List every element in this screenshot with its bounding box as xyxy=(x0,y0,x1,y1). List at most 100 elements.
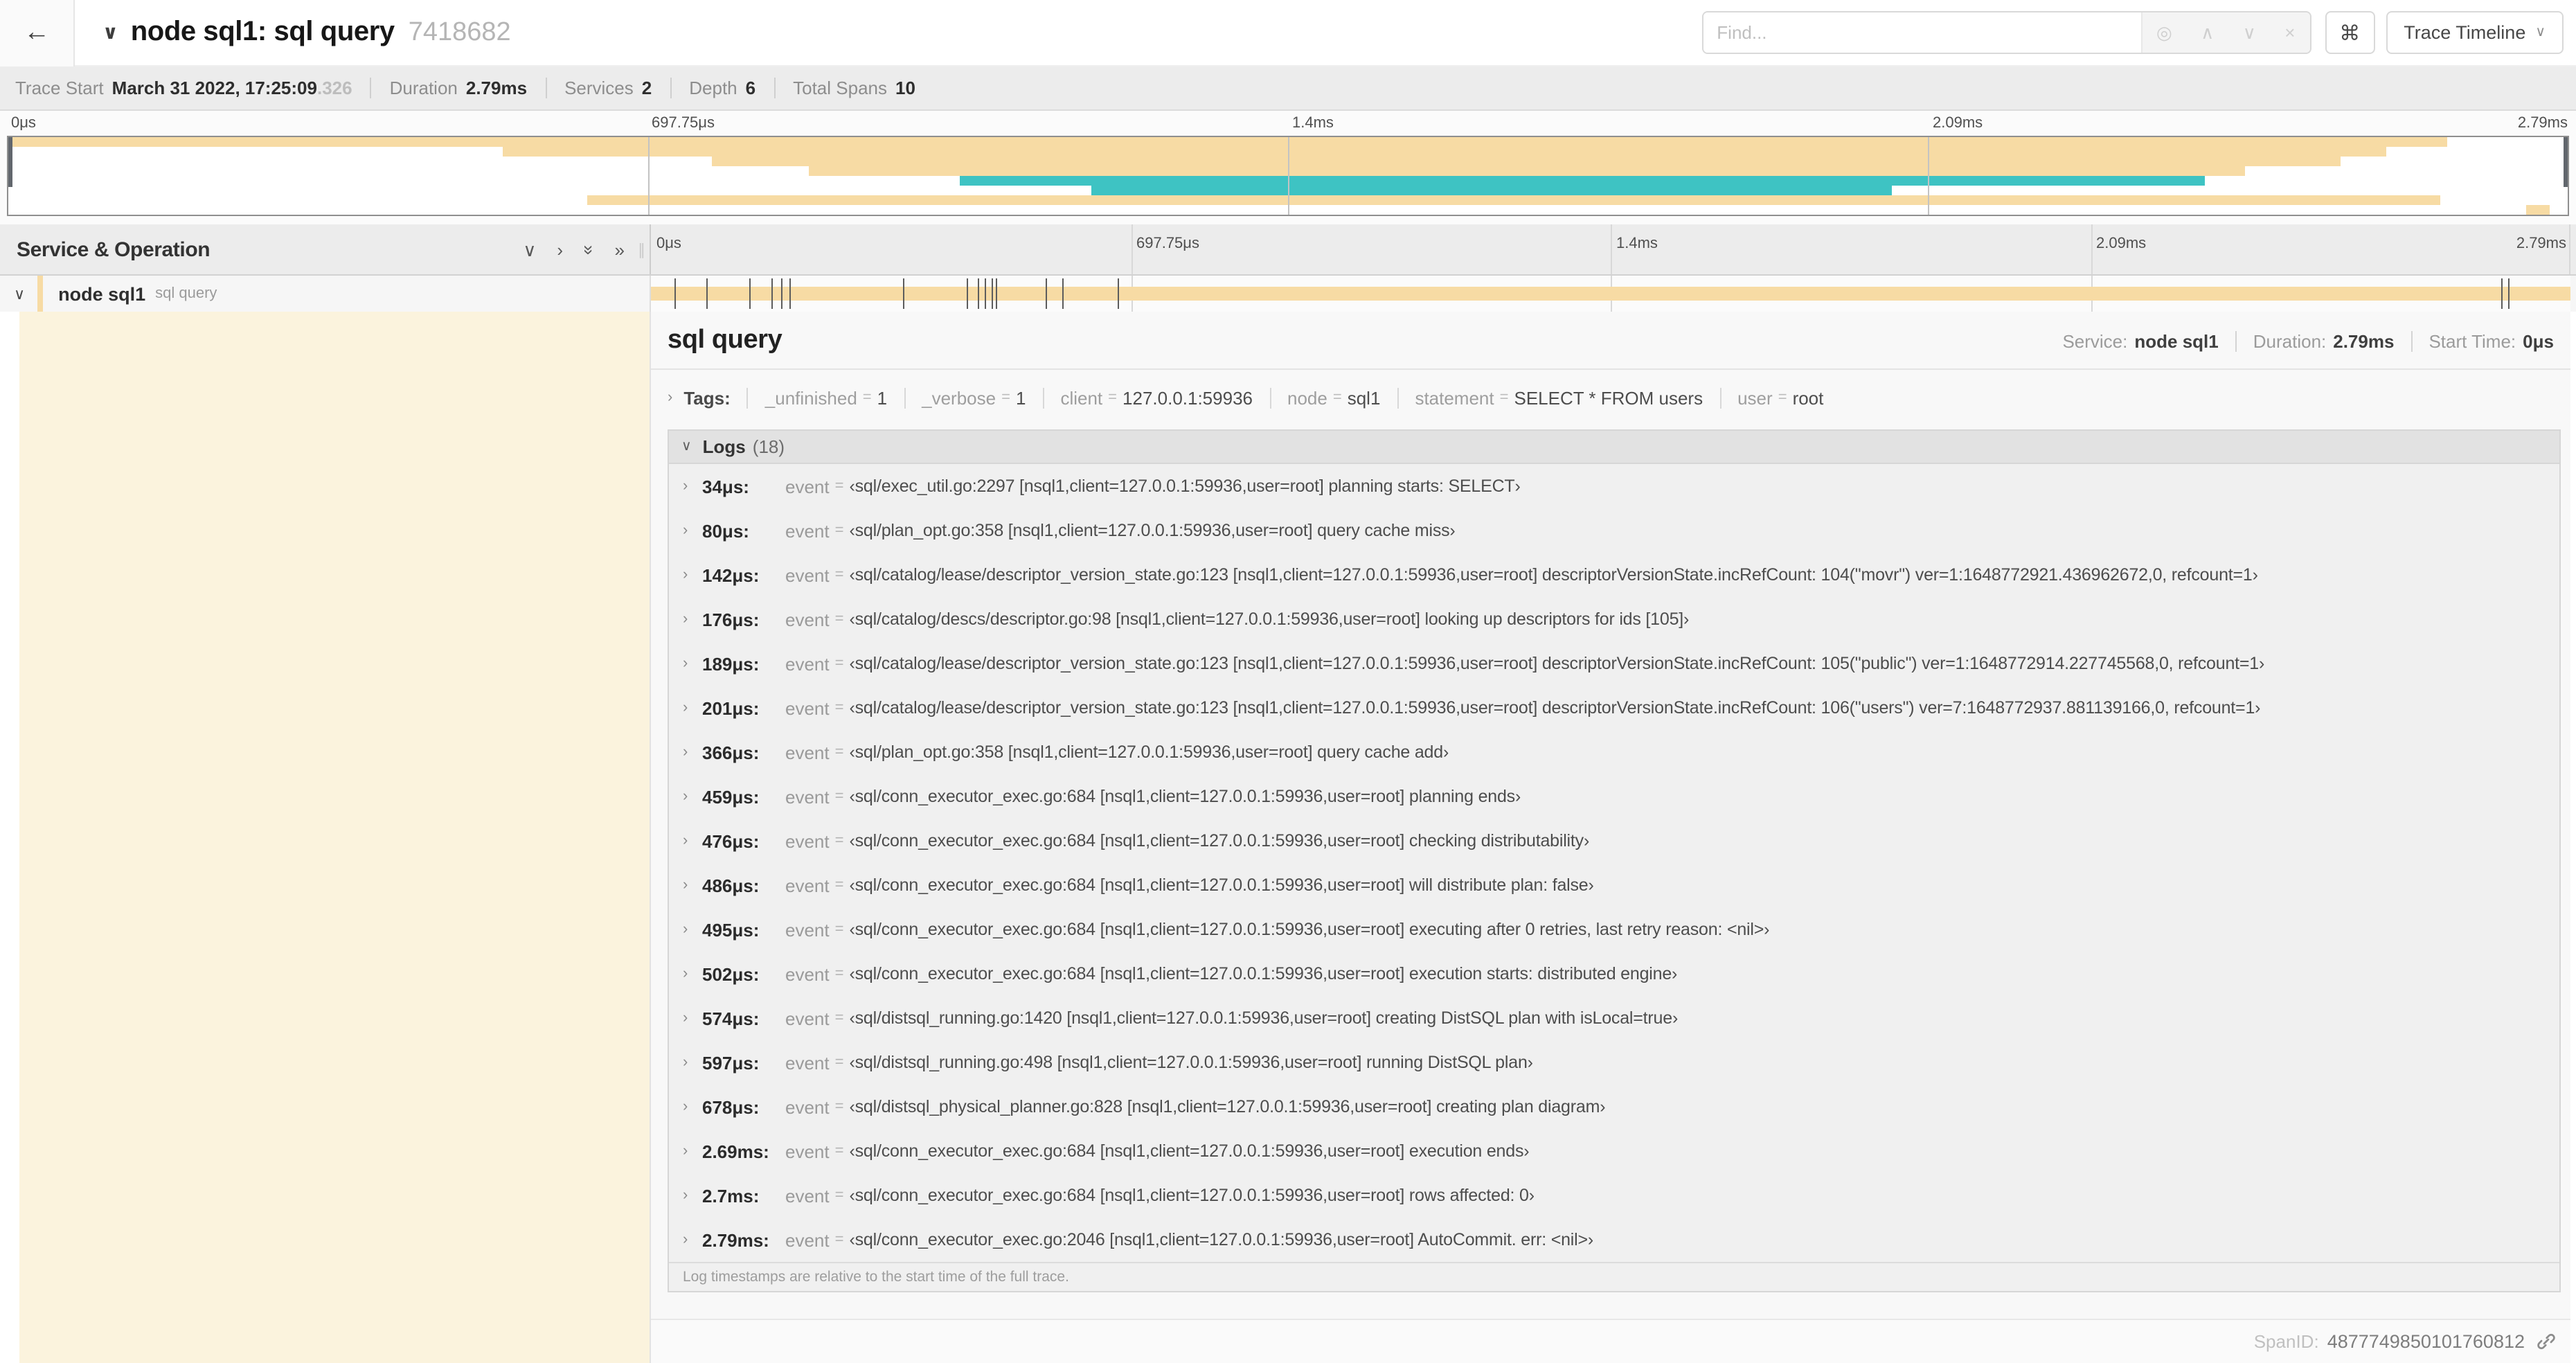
summary-value: March 31 2022, 17:25:09 xyxy=(111,78,317,98)
keyboard-shortcuts-button[interactable]: ⌘ xyxy=(2325,11,2375,54)
chevron-right-icon: › xyxy=(683,567,688,583)
logs-header[interactable]: ∨ Logs (18) xyxy=(669,431,2559,464)
summary-value: 10 xyxy=(895,78,915,98)
log-tick-marker xyxy=(1062,278,1064,309)
find-group: ◎ ∧ ∨ × xyxy=(1701,11,2311,54)
log-timestamp: 201μs: xyxy=(702,697,760,718)
chevron-right-icon: › xyxy=(683,744,688,760)
log-field-value: ‹sql/plan_opt.go:358 [nsql1,client=127.0… xyxy=(849,521,1456,540)
expand-all-icon[interactable]: » xyxy=(615,240,625,258)
span-detail-section: sql query Service: node sql1 Duration: 2… xyxy=(0,312,2576,1363)
log-timestamp: 142μs: xyxy=(702,564,760,585)
minimap-tick-label: 697.75μs xyxy=(652,115,715,132)
log-timestamp: 476μs: xyxy=(702,830,760,851)
span-meta-value: node sql1 xyxy=(2134,331,2219,352)
log-timestamp: 574μs: xyxy=(702,1008,760,1028)
log-entry[interactable]: › 2.69ms: event = ‹sql/conn_executor_exe… xyxy=(669,1129,2559,1173)
log-field-value: ‹sql/conn_executor_exec.go:684 [nsql1,cl… xyxy=(849,1186,1535,1205)
collapse-header-icon[interactable]: ∨ xyxy=(102,21,118,44)
log-field-value: ‹sql/conn_executor_exec.go:684 [nsql1,cl… xyxy=(849,831,1590,850)
log-entry[interactable]: › 34μs: event = ‹sql/exec_util.go:2297 [… xyxy=(669,464,2559,508)
log-entry[interactable]: › 502μs: event = ‹sql/conn_executor_exec… xyxy=(669,952,2559,996)
span-id-label: SpanID: xyxy=(2253,1331,2319,1352)
tag-key: _unfinished xyxy=(764,387,857,408)
minimap-span-bar xyxy=(712,157,2340,166)
tag-value: 1 xyxy=(877,387,888,408)
page-title: node sql1: sql query xyxy=(130,17,395,47)
locate-icon[interactable]: ◎ xyxy=(2156,21,2172,44)
collapse-all-icon[interactable]: » xyxy=(578,244,599,254)
span-row[interactable]: ∨ node sql1 sql query xyxy=(0,276,2576,312)
logs-list: › 34μs: event = ‹sql/exec_util.go:2297 [… xyxy=(669,464,2559,1262)
log-field-key: event xyxy=(785,830,830,851)
log-tick-marker xyxy=(2508,278,2510,309)
log-field-key: event xyxy=(785,875,830,896)
log-entry[interactable]: › 486μs: event = ‹sql/conn_executor_exec… xyxy=(669,863,2559,907)
minimap-gridline xyxy=(1928,137,1929,215)
log-tick-marker xyxy=(991,278,993,309)
summary-item: Depth 6 xyxy=(670,78,755,98)
deep-link-icon[interactable] xyxy=(2536,1331,2557,1352)
find-input[interactable] xyxy=(1703,12,2141,53)
log-tick-marker xyxy=(1117,278,1119,309)
timeline-minimap: 0μs 697.75μs 1.4ms 2.09ms 2.79ms xyxy=(0,111,2576,224)
span-meta-pair: Service: node sql1 xyxy=(2062,331,2218,352)
collapse-one-icon[interactable]: ∨ xyxy=(523,240,536,258)
span-detail-header: sql query Service: node sql1 Duration: 2… xyxy=(651,312,2570,370)
minimap-left-handle[interactable] xyxy=(8,137,12,187)
log-tick-marker xyxy=(902,278,904,309)
log-entry[interactable]: › 2.7ms: event = ‹sql/conn_executor_exec… xyxy=(669,1173,2559,1218)
logs-footnote: Log timestamps are relative to the start… xyxy=(669,1262,2559,1291)
span-name-cell[interactable]: ∨ node sql1 sql query xyxy=(0,276,651,312)
view-selector[interactable]: Trace Timeline ∨ xyxy=(2386,11,2564,54)
log-entry[interactable]: › 459μs: event = ‹sql/conn_executor_exec… xyxy=(669,774,2559,819)
log-entry[interactable]: › 574μs: event = ‹sql/distsql_running.go… xyxy=(669,996,2559,1040)
minimap-span-bar xyxy=(960,176,2205,186)
minimap-tick-label: 0μs xyxy=(11,115,36,132)
minimap-span-bar xyxy=(1091,186,1893,195)
prev-match-icon[interactable]: ∧ xyxy=(2201,21,2214,44)
minimap-gridline xyxy=(648,137,650,215)
back-button[interactable]: ← xyxy=(0,0,75,66)
next-match-icon[interactable]: ∨ xyxy=(2243,21,2256,44)
log-timestamp: 678μs: xyxy=(702,1096,760,1117)
span-id-value: 4877749850101760812 xyxy=(2327,1331,2525,1352)
trace-summary-bar: Trace Start March 31 2022, 17:25:09 .326… xyxy=(0,66,2576,111)
service-operation-header: Service & Operation ∨ › » » ∥ xyxy=(0,224,651,274)
log-field-value: ‹sql/conn_executor_exec.go:684 [nsql1,cl… xyxy=(849,787,1521,806)
log-entry[interactable]: › 366μs: event = ‹sql/plan_opt.go:358 [n… xyxy=(669,730,2559,774)
column-resizer[interactable]: ∥ xyxy=(638,241,645,259)
log-timestamp: 495μs: xyxy=(702,919,760,940)
log-entry[interactable]: › 597μs: event = ‹sql/distsql_running.go… xyxy=(669,1040,2559,1085)
header: ← ∨ node sql1: sql query 7418682 ◎ ∧ ∨ ×… xyxy=(0,0,2576,66)
minimap-right-handle[interactable] xyxy=(2564,137,2568,187)
span-timeline-cell[interactable] xyxy=(651,276,2570,312)
log-entry[interactable]: › 189μs: event = ‹sql/catalog/lease/desc… xyxy=(669,641,2559,686)
ruler-gridline xyxy=(1611,224,1612,274)
log-field-key: event xyxy=(785,1052,830,1073)
log-entry[interactable]: › 176μs: event = ‹sql/catalog/descs/desc… xyxy=(669,597,2559,641)
log-entry[interactable]: › 678μs: event = ‹sql/distsql_physical_p… xyxy=(669,1085,2559,1129)
minimap-tick-label: 2.79ms xyxy=(2517,115,2568,132)
minimap-span-bar xyxy=(2526,205,2550,215)
clear-find-icon[interactable]: × xyxy=(2284,22,2295,43)
tag-value: SELECT * FROM users xyxy=(1514,387,1703,408)
log-entry[interactable]: › 476μs: event = ‹sql/conn_executor_exec… xyxy=(669,819,2559,863)
minimap-canvas[interactable] xyxy=(7,136,2569,216)
tags-accordian[interactable]: › Tags: _unfinished = 1 _verbose = 1 cli… xyxy=(668,380,2554,416)
log-field-key: event xyxy=(785,963,830,984)
log-timestamp: 2.69ms: xyxy=(702,1141,769,1161)
log-entry[interactable]: › 142μs: event = ‹sql/catalog/lease/desc… xyxy=(669,553,2559,597)
chevron-right-icon: › xyxy=(683,1143,688,1159)
span-duration-bar[interactable] xyxy=(651,287,2570,301)
log-entry[interactable]: › 80μs: event = ‹sql/plan_opt.go:358 [ns… xyxy=(669,508,2559,553)
log-entry[interactable]: › 2.79ms: event = ‹sql/conn_executor_exe… xyxy=(669,1218,2559,1262)
span-collapse-icon[interactable]: ∨ xyxy=(14,285,25,303)
ruler-tick-label: 697.75μs xyxy=(1136,235,1199,252)
log-timestamp: 459μs: xyxy=(702,786,760,807)
log-entry[interactable]: › 495μs: event = ‹sql/conn_executor_exec… xyxy=(669,907,2559,952)
expand-one-icon[interactable]: › xyxy=(557,240,563,258)
span-id-footer: SpanID: 4877749850101760812 xyxy=(651,1319,2570,1363)
summary-label: Duration xyxy=(389,78,458,98)
log-entry[interactable]: › 201μs: event = ‹sql/catalog/lease/desc… xyxy=(669,686,2559,730)
